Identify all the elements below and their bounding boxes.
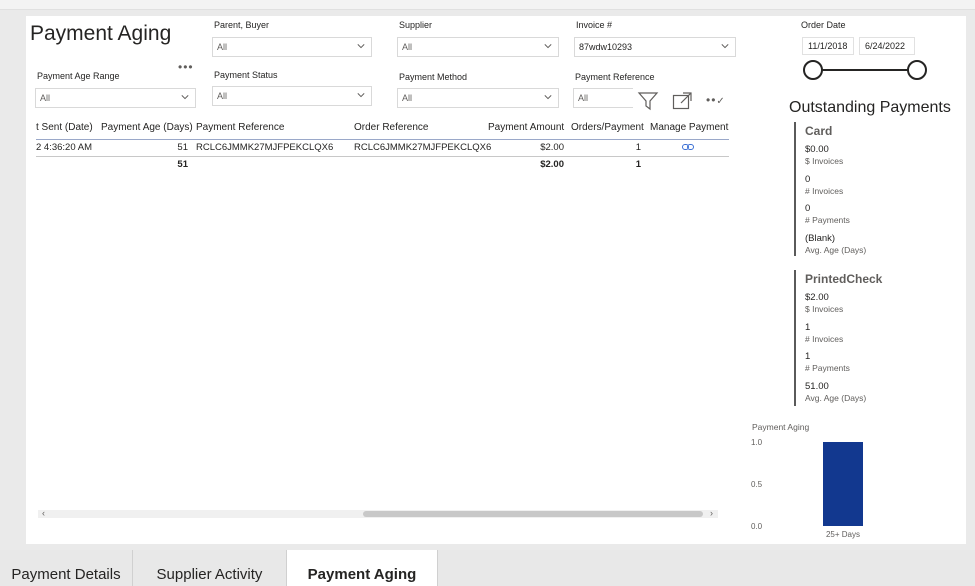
supplier-label: Supplier — [399, 20, 433, 30]
col-header-order-reference[interactable]: Order Reference — [354, 122, 428, 133]
kpi-label: # Payments — [805, 363, 850, 373]
kpi-label: $ Invoices — [805, 304, 844, 314]
report-canvas: Payment Aging Parent, Buyer All Supplier… — [26, 16, 966, 544]
top-strip — [0, 0, 975, 10]
printedcheck-payments-group: PrintedCheck $2.00 $ Invoices 1 # Invoic… — [794, 270, 934, 406]
chevron-down-icon — [357, 93, 365, 98]
kpi-value: $0.00 — [805, 144, 829, 155]
cell-order-reference: RCLC6JMMK27MJFPEKCLQX6 — [354, 142, 492, 153]
payment-method-dropdown[interactable]: All — [397, 88, 559, 108]
total-payment-amount: $2.00 — [540, 159, 564, 170]
chevron-down-icon — [544, 95, 552, 100]
invoice-label: Invoice # — [576, 20, 613, 30]
link-icon[interactable] — [682, 143, 694, 151]
more-options-icon[interactable]: ••• — [178, 60, 194, 74]
chevron-down-icon — [181, 95, 189, 100]
kpi-value: $2.00 — [805, 292, 829, 303]
tab-supplier-activity[interactable]: Supplier Activity — [133, 550, 287, 586]
group-name: PrintedCheck — [805, 272, 883, 286]
x-category-label: 25+ Days — [826, 530, 860, 539]
y-tick-label: 0.5 — [751, 480, 763, 489]
cell-orders-payment: 1 — [635, 142, 641, 153]
chevron-down-icon — [544, 44, 552, 49]
cell-payment-reference: RCLC6JMMK27MJFPEKCLQX6 — [196, 142, 334, 153]
filter-icon[interactable] — [637, 91, 659, 111]
parent-buyer-value: All — [217, 42, 228, 52]
y-tick-label: 1.0 — [751, 438, 763, 447]
payment-method-value: All — [402, 93, 413, 103]
cell-payment-amount: $2.00 — [540, 142, 564, 153]
kpi-label: # Invoices — [805, 186, 844, 196]
order-date-label: Order Date — [801, 20, 846, 30]
payment-age-range-dropdown[interactable]: All — [35, 88, 196, 108]
cell-sent-date: 2 4:36:20 AM — [36, 142, 92, 153]
focus-mode-icon[interactable] — [672, 92, 692, 110]
col-header-orders-payment[interactable]: Orders/Payment — [571, 122, 644, 133]
col-header-manage-payment[interactable]: Manage Payment — [650, 122, 728, 133]
payment-reference-label: Payment Reference — [575, 72, 655, 82]
chevron-down-icon — [357, 44, 365, 49]
col-header-payment-age[interactable]: Payment Age (Days) — [101, 122, 193, 133]
payment-status-dropdown[interactable]: All — [212, 86, 372, 106]
kpi-value: 1 — [805, 322, 811, 333]
top-bar — [0, 0, 975, 14]
kpi-value: 0 — [805, 203, 811, 214]
horizontal-scrollbar[interactable] — [38, 510, 718, 518]
payment-status-label: Payment Status — [214, 70, 278, 80]
payment-reference-dropdown[interactable]: All — [573, 88, 633, 108]
tab-payment-details[interactable]: Payment Details — [0, 550, 133, 586]
order-date-slider-track[interactable] — [813, 69, 919, 71]
page-tabs: Payment Details Supplier Activity Paymen… — [0, 550, 975, 586]
group-name: Card — [805, 124, 833, 138]
supplier-dropdown[interactable]: All — [397, 37, 559, 57]
chart-title: Payment Aging — [752, 422, 810, 432]
total-orders-payment: 1 — [635, 159, 641, 170]
tab-payment-aging[interactable]: Payment Aging — [287, 550, 438, 586]
col-header-sent-date[interactable]: t Sent (Date) — [36, 122, 93, 133]
kpi-label: # Payments — [805, 215, 850, 225]
scroll-right-icon[interactable]: › — [710, 508, 713, 518]
bar[interactable] — [823, 442, 863, 526]
kpi-label: Avg. Age (Days) — [805, 393, 867, 403]
kpi-value: 51.00 — [805, 381, 829, 392]
kpi-label: # Invoices — [805, 334, 844, 344]
outstanding-payments-title: Outstanding Payments — [789, 99, 951, 116]
payment-reference-value: All — [578, 93, 589, 103]
parent-buyer-label: Parent, Buyer — [214, 20, 270, 30]
kpi-value: 1 — [805, 351, 811, 362]
scrollbar-thumb[interactable] — [363, 511, 703, 517]
chevron-down-icon — [721, 44, 729, 49]
supplier-value: All — [402, 42, 413, 52]
kpi-label: Avg. Age (Days) — [805, 245, 867, 255]
visual-more-options-icon[interactable]: ••✓ — [706, 93, 726, 107]
payment-age-range-value: All — [40, 93, 51, 103]
invoice-value: 87wdw10293 — [579, 42, 633, 52]
scroll-left-icon[interactable]: ‹ — [42, 508, 45, 518]
payment-aging-chart: 1.0 0.5 0.0 25+ Days — [751, 438, 863, 539]
kpi-label: $ Invoices — [805, 156, 844, 166]
order-date-start-handle[interactable] — [803, 60, 823, 80]
card-payments-group: Card $0.00 $ Invoices 0 # Invoices 0 # P… — [794, 122, 934, 256]
col-header-payment-reference[interactable]: Payment Reference — [196, 122, 284, 133]
y-tick-label: 0.0 — [751, 522, 763, 531]
order-date-start[interactable]: 11/1/2018 — [802, 37, 854, 55]
col-header-payment-amount[interactable]: Payment Amount — [488, 122, 564, 133]
payment-method-label: Payment Method — [399, 72, 468, 82]
payment-age-range-label: Payment Age Range — [37, 71, 120, 81]
parent-buyer-dropdown[interactable]: All — [212, 37, 372, 57]
order-date-end-handle[interactable] — [907, 60, 927, 80]
payment-status-value: All — [217, 91, 228, 101]
page-title: Payment Aging — [30, 22, 172, 45]
total-payment-age: 51 — [177, 159, 188, 170]
table-row[interactable]: 2 4:36:20 AM 51 RCLC6JMMK27MJFPEKCLQX6 R… — [36, 140, 729, 155]
kpi-value: 0 — [805, 174, 811, 185]
invoice-dropdown[interactable]: 87wdw10293 — [574, 37, 736, 57]
cell-payment-age: 51 — [177, 142, 188, 153]
totals-row: 51 $2.00 1 — [36, 157, 729, 172]
order-date-end[interactable]: 6/24/2022 — [859, 37, 915, 55]
kpi-value: (Blank) — [805, 233, 836, 244]
